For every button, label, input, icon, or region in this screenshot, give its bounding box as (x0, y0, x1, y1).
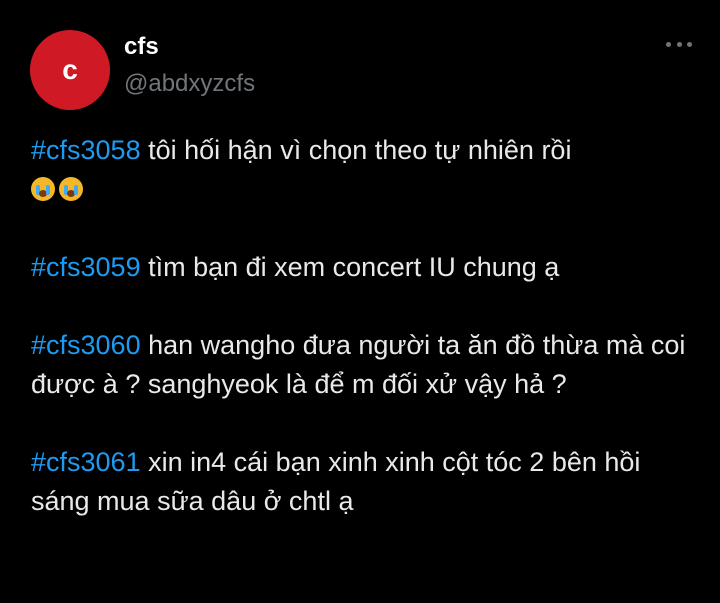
hashtag-link[interactable]: #cfs3058 (31, 135, 141, 165)
user-handle[interactable]: @abdxyzcfs (124, 70, 255, 98)
dot (687, 41, 692, 47)
post-3059: #cfs3059 tìm bạn đi xem concert IU chung… (31, 248, 701, 287)
post-text: tìm bạn đi xem concert IU chung ạ (140, 252, 560, 282)
post-body: #cfs3058 tôi hối hận vì chọn theo tự nhi… (31, 131, 701, 560)
dot (676, 41, 682, 47)
post-3060: #cfs3060 han wangho đưa người ta ăn đồ t… (31, 326, 701, 404)
hashtag-link[interactable]: #cfs3060 (31, 330, 141, 360)
post-text: tôi hối hận vì chọn theo tự nhiên rồi (140, 135, 572, 165)
loudly-crying-face-icon (59, 177, 83, 201)
more-options-icon[interactable] (666, 34, 692, 54)
avatar[interactable]: c (30, 30, 110, 110)
display-name[interactable]: cfs (124, 33, 159, 61)
hashtag-link[interactable]: #cfs3061 (31, 447, 141, 477)
dot (666, 41, 671, 47)
post-3061: #cfs3061 xin in4 cái bạn xinh xinh cột t… (31, 443, 701, 521)
loudly-crying-face-icon (31, 177, 55, 201)
post-3058: #cfs3058 tôi hối hận vì chọn theo tự nhi… (31, 131, 701, 209)
hashtag-link[interactable]: #cfs3059 (31, 252, 141, 282)
avatar-letter: c (62, 54, 78, 85)
